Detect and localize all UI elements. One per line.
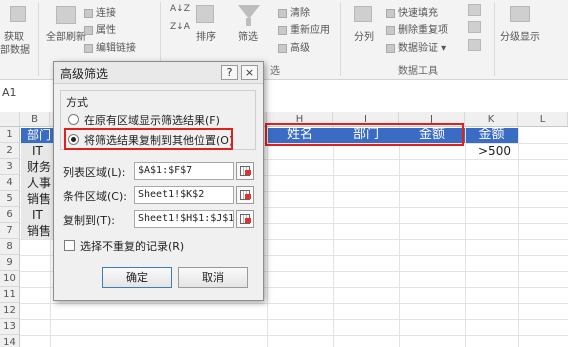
clear-icon [278, 8, 287, 18]
get-external-data-icon[interactable] [10, 6, 26, 22]
consolidate-icon[interactable] [468, 4, 481, 16]
row-header[interactable]: 14 [0, 335, 20, 347]
criteria-range-label: 条件区域(C): [63, 190, 127, 203]
sort-za-icon[interactable]: Z↓A [170, 22, 190, 32]
copy-to-collapse-button[interactable] [236, 210, 254, 228]
edit-links-button[interactable]: 编辑链接 [84, 39, 136, 54]
filter-icon[interactable] [238, 5, 260, 19]
select-all-corner[interactable] [0, 112, 20, 127]
cell-k1[interactable]: 金额 [465, 127, 518, 143]
refresh-all-button[interactable]: 全部刷新 [46, 28, 86, 43]
list-range-input[interactable]: $A$1:$F$7 [134, 162, 234, 180]
remove-duplicates-button[interactable]: 删除重复项 [386, 21, 448, 36]
unique-records-checkbox[interactable] [64, 240, 75, 251]
get-external-data-label-2[interactable]: 部数据 [0, 41, 30, 56]
outline-button[interactable]: 分级显示 [500, 28, 540, 43]
row-header[interactable]: 9 [0, 255, 20, 271]
relationships-icon[interactable] [468, 21, 481, 33]
name-box[interactable]: A1 [0, 84, 60, 102]
row-header[interactable]: 6 [0, 207, 20, 223]
row-header[interactable]: 8 [0, 239, 20, 255]
row-header[interactable]: 12 [0, 303, 20, 319]
flash-fill-button[interactable]: 快速填充 [386, 4, 438, 19]
advanced-filter-icon [278, 43, 287, 53]
dialog-titlebar[interactable]: 高级筛选 ? × [54, 62, 263, 84]
row-header[interactable]: 5 [0, 191, 20, 207]
row-header[interactable]: 13 [0, 319, 20, 335]
flash-fill-label: 快速填充 [398, 8, 438, 19]
connections-label: 连接 [96, 8, 116, 19]
sort-icon[interactable] [196, 5, 214, 23]
reapply-label: 重新应用 [290, 25, 330, 36]
data-validation-icon [386, 43, 395, 53]
outline-icon[interactable] [510, 6, 530, 22]
reapply-button[interactable]: 重新应用 [278, 21, 330, 36]
unique-records-label[interactable]: 选择不重复的记录(R) [80, 238, 184, 254]
close-button[interactable]: × [241, 65, 258, 80]
row-header[interactable]: 10 [0, 271, 20, 287]
advanced-label: 高级 [290, 43, 310, 54]
criteria-range-input[interactable]: Sheet1!$K$2 [134, 186, 234, 204]
cell-b6[interactable]: IT [32, 207, 43, 223]
connections-icon [84, 8, 93, 18]
refresh-all-icon[interactable] [56, 6, 76, 24]
advanced-filter-button[interactable]: 高级 [278, 39, 310, 54]
column-header-k[interactable]: K [465, 112, 518, 127]
cell-b4[interactable]: 人事 [27, 175, 51, 191]
help-button[interactable]: ? [221, 65, 238, 80]
dialog-title: 高级筛选 [60, 67, 109, 81]
properties-icon [84, 25, 93, 35]
row-header[interactable]: 11 [0, 287, 20, 303]
row-header[interactable]: 4 [0, 175, 20, 191]
column-header-b[interactable]: B [20, 112, 50, 127]
text-to-columns-button[interactable]: 分列 [354, 28, 374, 43]
column-header-l[interactable]: L [518, 112, 568, 127]
group-label-sort-filter: 选 [270, 66, 280, 77]
data-validation-button[interactable]: 数据验证 ▾ [386, 39, 446, 54]
filter-button[interactable]: 筛选 [238, 28, 258, 43]
ok-button[interactable]: 确定 [102, 267, 172, 288]
clear-button[interactable]: 清除 [278, 4, 310, 19]
cancel-button[interactable]: 取消 [178, 267, 248, 288]
label-filter-in-place[interactable]: 在原有区域显示筛选结果(F) [84, 112, 220, 128]
flash-fill-icon [386, 8, 395, 18]
reapply-icon [278, 25, 287, 35]
cell-b2[interactable]: IT [32, 143, 43, 159]
output-range-highlight [265, 123, 464, 146]
edit-links-label: 编辑链接 [96, 43, 136, 54]
row-header[interactable]: 2 [0, 143, 20, 159]
remove-duplicates-icon [386, 25, 395, 35]
cell-b5[interactable]: 销售 [27, 191, 51, 207]
cell-b3[interactable]: 财务 [27, 159, 51, 175]
connections-button[interactable]: 连接 [84, 4, 116, 19]
text-to-columns-icon[interactable] [354, 6, 372, 22]
list-range-label: 列表区域(L): [63, 166, 126, 179]
criteria-range-collapse-button[interactable] [236, 186, 254, 204]
what-if-icon[interactable] [468, 39, 481, 51]
row-header[interactable]: 1 [0, 127, 20, 143]
row-header[interactable]: 3 [0, 159, 20, 175]
remove-duplicates-label: 删除重复项 [398, 25, 448, 36]
properties-button[interactable]: 属性 [84, 21, 116, 36]
sort-button[interactable]: 排序 [196, 28, 216, 43]
edit-links-icon [84, 43, 93, 53]
dropdown-arrow-icon: ▾ [438, 43, 447, 54]
mode-legend: 方式 [64, 94, 90, 110]
properties-label: 属性 [96, 25, 116, 36]
row-header[interactable]: 7 [0, 223, 20, 239]
cell-b1[interactable]: 部门 [27, 127, 51, 143]
sort-az-icon[interactable]: A↓Z [170, 4, 190, 14]
group-label-data-tools: 数据工具 [398, 66, 438, 77]
copy-to-input[interactable]: Sheet1!$H$1:$J$1 [134, 210, 234, 228]
radio-filter-in-place[interactable] [68, 114, 79, 125]
advanced-filter-dialog: 高级筛选 ? × 方式 在原有区域显示筛选结果(F) 将筛选结果复制到其他位置(… [53, 61, 264, 301]
cell-b7[interactable]: 销售 [27, 223, 51, 239]
data-validation-label: 数据验证 [398, 43, 438, 54]
list-range-collapse-button[interactable] [236, 162, 254, 180]
cell-k2[interactable]: >500 [478, 143, 511, 159]
copy-option-highlight [64, 128, 233, 150]
clear-label: 清除 [290, 8, 310, 19]
copy-to-label: 复制到(T): [63, 214, 116, 227]
